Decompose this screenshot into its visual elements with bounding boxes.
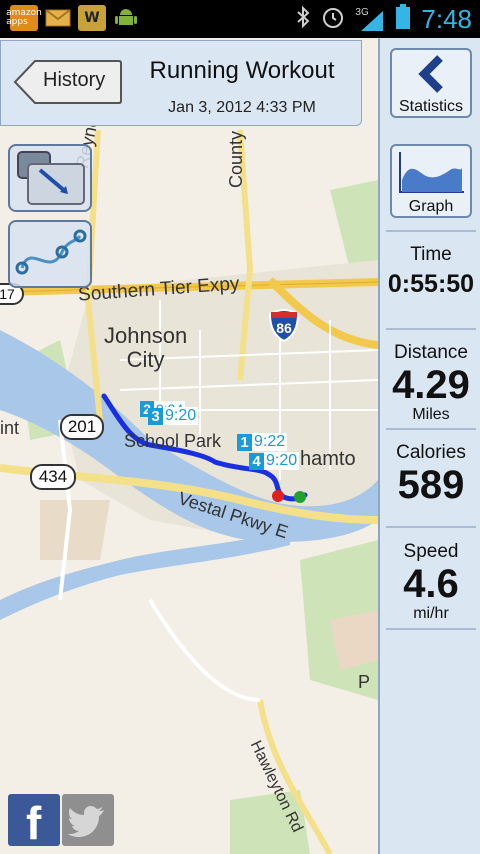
map-label-school-park: School Park [124,431,222,451]
graph-label: Graph [408,198,454,215]
map-label-p: P [358,672,371,692]
alarm-icon [321,5,345,34]
interstate-shield-86: 86 [268,308,300,342]
divider [386,428,476,430]
stat-speed-unit: mi/hr [413,605,449,622]
history-back-label: History [43,69,106,91]
history-back-button[interactable]: History [13,59,123,105]
map-label-johnson-city: Johnson City [104,323,188,372]
twitter-share-button[interactable] [62,794,114,846]
map-label-county: County [226,130,246,188]
split-marker-4[interactable]: 4 9:20 [249,451,300,471]
chevron-left-icon [418,55,443,93]
split-marker-number: 1 [237,433,252,451]
page-title: Running Workout [149,57,335,84]
facebook-share-button[interactable]: f [8,794,60,849]
status-bar: amazon apps W 3G 7:48 [0,0,480,38]
stat-calories-value: 589 [397,463,465,507]
stat-distance-name: Distance [394,342,468,363]
stat-time-name: Time [410,244,452,265]
split-marker-number: 3 [148,407,163,425]
divider [386,328,476,330]
statistics-button[interactable]: Statistics [390,48,472,118]
twitter-icon [68,806,104,837]
divider [386,628,476,630]
map-label-binghamton: hamto [300,448,356,470]
stats-sidebar: Statistics Graph Time 0:55:50 Distance 4… [378,38,480,854]
map-view-toggle-button[interactable] [8,144,92,212]
map-label-int: int [0,418,20,438]
stat-speed-value: 4.6 [403,562,459,606]
stat-distance-unit: Miles [412,406,450,423]
stat-distance: Distance 4.29 Miles [380,342,480,424]
statistics-label: Statistics [398,98,463,115]
stat-time: Time 0:55:50 [380,244,480,299]
divider [386,526,476,528]
clock: 7:48 [421,4,472,34]
facebook-icon: f [26,797,42,849]
workout-header: History Running Workout Jan 3, 2012 4:33… [0,40,362,126]
split-marker-time: 9:20 [163,407,199,425]
stat-calories-name: Calories [396,442,466,463]
battery-icon [395,4,411,35]
stat-time-value: 0:55:50 [387,270,475,298]
stat-speed: Speed 4.6 mi/hr [380,541,480,623]
route-shield-201: 201 [60,414,104,440]
graph-icon [399,152,464,193]
wordfeud-icon: W [78,5,106,31]
divider [386,230,476,232]
route-shield-434: 434 [30,464,76,490]
stat-speed-name: Speed [403,541,459,562]
split-marker-time: 9:22 [252,433,288,451]
split-marker-number: 4 [249,452,264,470]
amazon-appstore-icon: amazon apps [6,5,42,31]
map-pan-icon [17,151,85,205]
split-marker-3[interactable]: 3 9:20 [148,406,199,426]
split-marker-1[interactable]: 1 9:22 [237,432,288,452]
split-marker-time: 9:20 [264,452,300,470]
stat-calories: Calories 589 [380,442,480,506]
email-icon [44,5,72,31]
bluetooth-icon [295,5,311,34]
interstate-number: 86 [276,320,292,336]
android-icon [112,5,140,31]
route-view-button[interactable] [8,220,92,288]
signal-icon: 3G [355,7,385,33]
stat-distance-value: 4.29 [392,363,470,407]
graph-button[interactable]: Graph [390,144,472,218]
route-icon [15,229,87,275]
workout-datetime: Jan 3, 2012 4:33 PM [168,99,316,116]
